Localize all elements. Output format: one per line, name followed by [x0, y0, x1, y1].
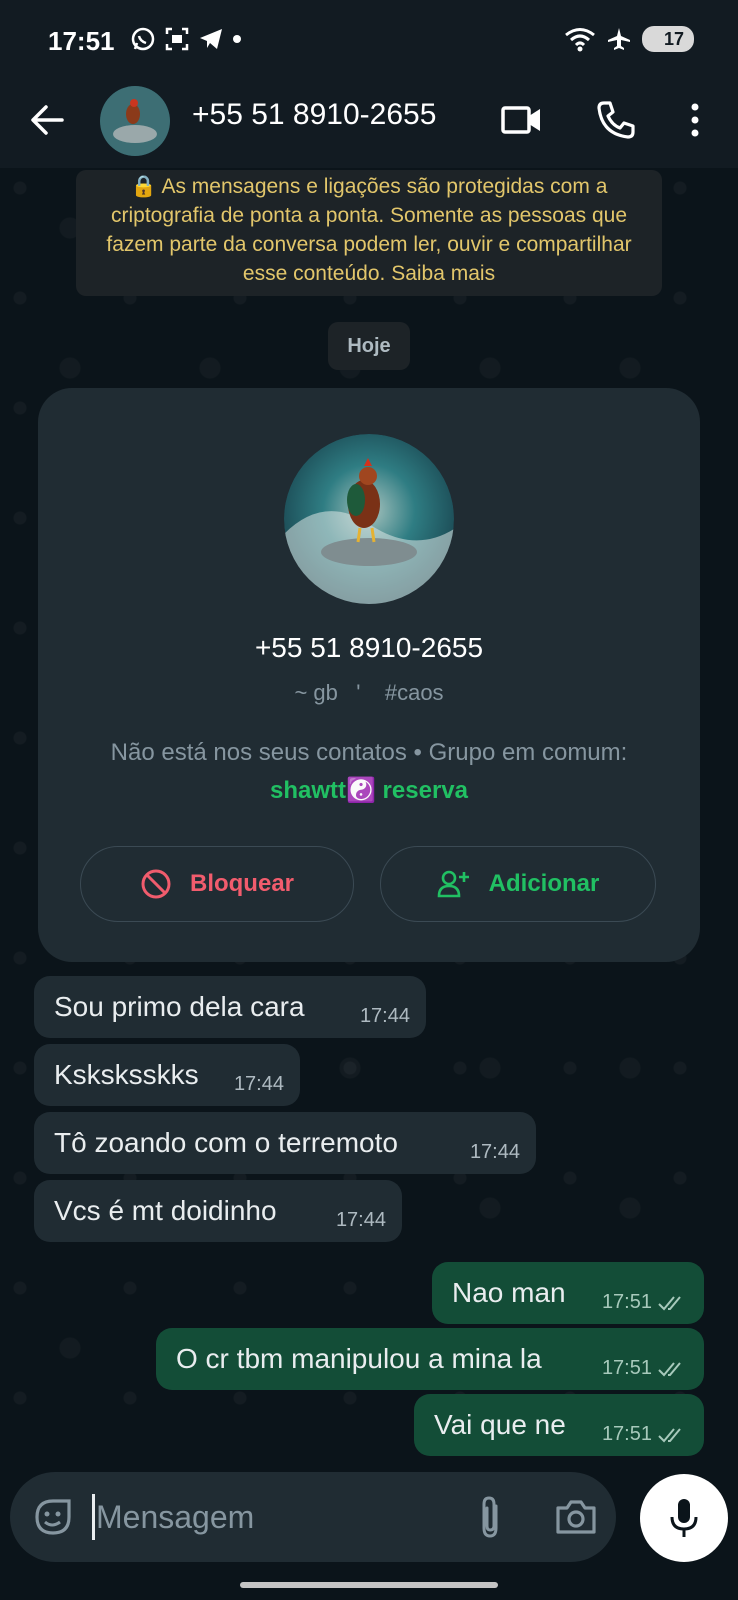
add-contact-label: Adicionar	[488, 870, 600, 897]
message-composer	[10, 1472, 616, 1562]
video-call-icon[interactable]	[500, 100, 544, 140]
encryption-notice-text: 🔒 As mensagens e ligações são protegidas…	[106, 175, 632, 285]
message-text: Ksksksskks	[54, 1059, 199, 1090]
phone-icon[interactable]	[594, 98, 638, 142]
battery-icon: 17	[641, 26, 694, 52]
voice-message-button[interactable]	[640, 1474, 728, 1562]
microphone-icon	[670, 1499, 698, 1537]
read-ticks-icon	[658, 1362, 681, 1377]
add-contact-button[interactable]: Adicionar	[380, 846, 656, 922]
encryption-notice[interactable]: 🔒 As mensagens e ligações são protegidas…	[76, 170, 662, 296]
message-time: 17:51	[601, 1291, 652, 1313]
block-icon	[141, 869, 171, 899]
message-incoming[interactable]: Vcs é mt doidinho 17:44	[34, 1180, 402, 1242]
wifi-icon	[565, 28, 595, 52]
message-outgoing[interactable]: O cr tbm manipulou a mina la 17:51	[156, 1328, 704, 1390]
back-arrow-icon[interactable]	[26, 98, 70, 142]
home-indicator[interactable]	[240, 1582, 498, 1588]
airplane-icon	[607, 28, 630, 50]
message-incoming[interactable]: Sou primo dela cara 17:44	[34, 976, 426, 1038]
read-ticks-icon	[658, 1296, 681, 1311]
camera-icon[interactable]	[554, 1496, 598, 1538]
message-time: 17:44	[233, 1073, 284, 1095]
add-user-icon	[437, 870, 469, 898]
date-chip: Hoje	[328, 322, 410, 370]
message-text: Nao man	[452, 1277, 566, 1308]
contact-info-card: +55 51 8910-2655 ~ gb ' #caos Não está n…	[38, 388, 700, 962]
status-time: 17:51	[48, 26, 115, 56]
message-text: Sou primo dela cara	[54, 991, 305, 1022]
common-group-link[interactable]: shawtt☯️ reserva	[270, 777, 468, 804]
message-time: 17:44	[469, 1141, 520, 1163]
message-time: 17:51	[601, 1357, 652, 1379]
contact-info-text: Não está nos seus contatos • Grupo em co…	[98, 734, 640, 810]
message-input[interactable]	[96, 1494, 456, 1540]
message-text: Vcs é mt doidinho	[54, 1195, 277, 1226]
contact-name: +55 51 8910-2655	[254, 632, 484, 663]
sticker-emoji-icon[interactable]	[32, 1496, 74, 1538]
contact-title[interactable]: +55 51 8910-2655	[192, 98, 436, 132]
message-text: O cr tbm manipulou a mina la	[176, 1343, 542, 1374]
message-text: Tô zoando com o terremoto	[54, 1127, 398, 1158]
more-vert-icon[interactable]	[680, 98, 710, 142]
telegram-icon	[200, 29, 222, 49]
dot-icon	[233, 35, 241, 43]
paperclip-icon[interactable]	[474, 1494, 506, 1540]
message-time: 17:51	[601, 1423, 652, 1445]
block-button-label: Bloquear	[189, 870, 294, 897]
avatar[interactable]	[100, 86, 170, 156]
message-time: 17:44	[359, 1005, 410, 1027]
message-text: Vai que ne	[434, 1409, 566, 1440]
status-bar: 17:51 17	[0, 0, 738, 80]
text-cursor	[92, 1494, 95, 1540]
screenshot-icon	[165, 27, 189, 51]
profile-photo[interactable]	[284, 434, 454, 604]
battery-level: 17	[663, 29, 684, 49]
message-incoming[interactable]: Tô zoando com o terremoto 17:44	[34, 1112, 536, 1174]
read-ticks-icon	[658, 1428, 681, 1443]
not-in-contacts-text: Não está nos seus contatos • Grupo em co…	[110, 739, 628, 766]
contact-about: ~ gb ' #caos	[294, 680, 444, 705]
message-outgoing[interactable]: Nao man 17:51	[432, 1262, 704, 1324]
chat-header: +55 51 8910-2655	[0, 80, 738, 168]
whatsapp-icon	[131, 27, 155, 51]
block-button[interactable]: Bloquear	[80, 846, 354, 922]
message-time: 17:44	[335, 1209, 386, 1231]
message-outgoing[interactable]: Vai que ne 17:51	[414, 1394, 704, 1456]
message-incoming[interactable]: Ksksksskks 17:44	[34, 1044, 300, 1106]
